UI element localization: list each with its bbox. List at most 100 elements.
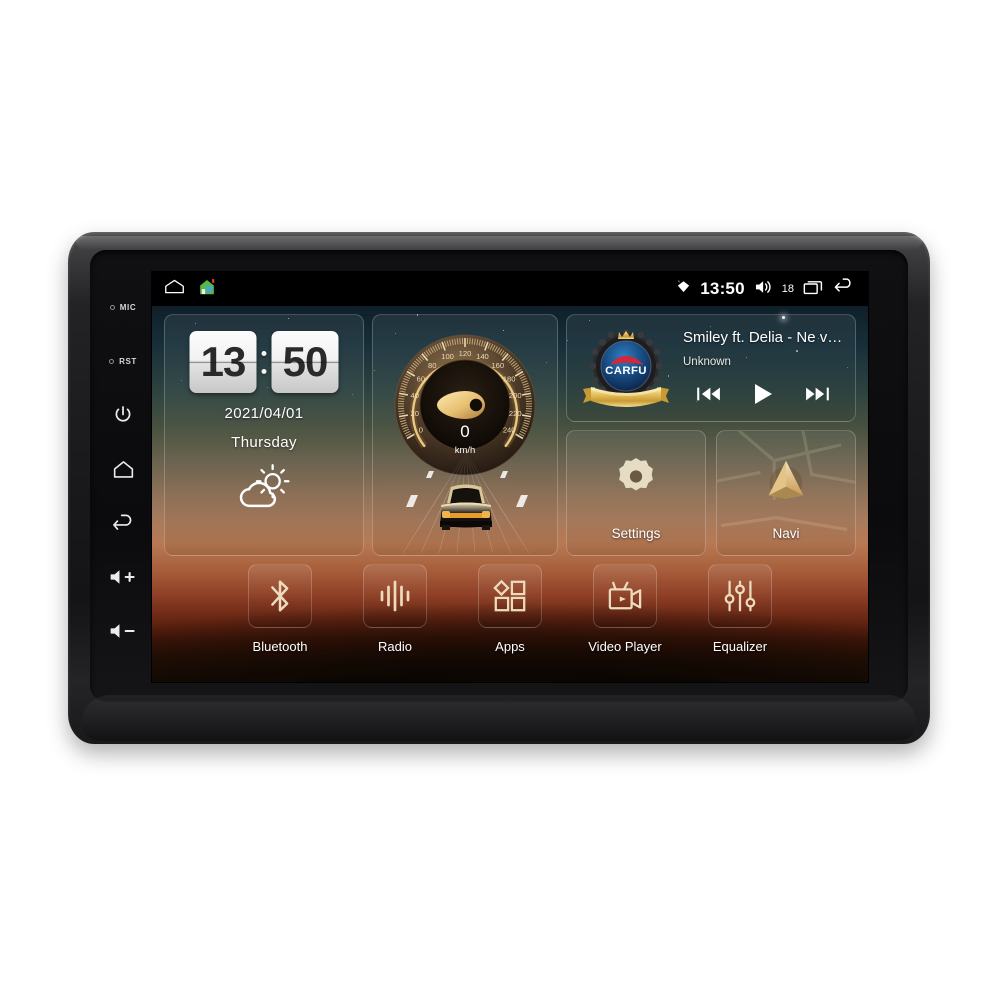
- volume-up-button[interactable]: [92, 550, 154, 604]
- volume-icon[interactable]: [754, 279, 773, 300]
- bezel-back-button[interactable]: [92, 496, 154, 550]
- dock-label-bluetooth: Bluetooth: [252, 639, 308, 654]
- back-arrow-icon: [113, 514, 132, 530]
- navi-icon-wrap: [717, 455, 855, 505]
- car-graphic: [440, 484, 492, 530]
- clock-minutes-value: 50: [282, 338, 329, 385]
- volume-up-icon: [110, 570, 135, 584]
- album-art: CARFU: [579, 321, 673, 416]
- back-arrow-icon[interactable]: [833, 278, 856, 300]
- svg-text:120: 120: [459, 349, 472, 358]
- clock-hours-value: 13: [200, 338, 247, 385]
- partly-cloudy-icon: [239, 464, 290, 508]
- player-controls: [683, 377, 843, 411]
- flip-clock: 13 50: [189, 331, 339, 393]
- clock-widget[interactable]: 13 50 2021/04/01 Thursday: [164, 314, 364, 556]
- svg-text:20: 20: [411, 409, 419, 418]
- radio-waves-icon: [380, 580, 410, 612]
- svg-text:160: 160: [491, 361, 504, 370]
- apps-grid-icon: [493, 579, 526, 612]
- head-unit-device: MIC RST 13:50 18 13 50 2021/04/01 Thursd…: [68, 232, 930, 744]
- video-player-tile: [593, 564, 657, 628]
- status-bar: 13:50 18: [152, 272, 868, 306]
- navigation-arrow-icon: [768, 460, 804, 500]
- speed-value: 0: [460, 422, 469, 441]
- svg-text:100: 100: [441, 352, 454, 361]
- status-clock: 13:50: [700, 279, 745, 298]
- svg-text:180: 180: [503, 375, 516, 384]
- svg-text:240: 240: [503, 426, 516, 435]
- mic-hole-icon: [109, 304, 115, 310]
- dock-item-equalizer[interactable]: Equalizer: [698, 564, 783, 654]
- svg-text:200: 200: [509, 391, 522, 400]
- volume-level: 18: [781, 283, 794, 295]
- clock-colon: [259, 350, 270, 374]
- next-track-button[interactable]: [791, 379, 843, 409]
- clock-minutes: 50: [271, 331, 339, 393]
- svg-text:80: 80: [428, 361, 436, 370]
- prev-track-button[interactable]: [683, 379, 735, 409]
- dock-item-video-player[interactable]: Video Player: [583, 564, 668, 654]
- dock-item-apps[interactable]: Apps: [468, 564, 553, 654]
- power-icon: [115, 406, 131, 422]
- play-icon: [755, 384, 772, 404]
- speedometer-widget[interactable]: 0 20 40 60 80 100 120 140 160 180 200 220 240 0 km/h: [372, 314, 558, 556]
- recents-icon[interactable]: [803, 279, 824, 300]
- bezel-button-column: MIC RST: [92, 258, 154, 694]
- home-screen: 13 50 2021/04/01 Thursday 0 20 40 60 80 …: [152, 306, 868, 682]
- volume-down-button[interactable]: [92, 604, 154, 658]
- album-art-text: CARFU: [605, 365, 647, 377]
- dock-label-apps: Apps: [495, 639, 525, 654]
- settings-label: Settings: [611, 526, 661, 541]
- equalizer-sliders-icon: [724, 580, 756, 612]
- weather-row: [165, 463, 363, 511]
- clock-date: 2021/04/01: [224, 405, 304, 422]
- reset-label: RST: [119, 356, 137, 366]
- road-scene: [373, 447, 557, 555]
- clock-hours: 13: [189, 331, 257, 393]
- track-artist: Unknown: [683, 356, 731, 368]
- music-player-widget[interactable]: CARFU Smiley ft. Delia - Ne v… Unknown: [566, 314, 856, 422]
- svg-text:220: 220: [509, 409, 522, 418]
- dock-label-video-player: Video Player: [588, 639, 662, 654]
- carfu-badge-icon: CARFU: [583, 329, 669, 407]
- dock-label-radio: Radio: [378, 639, 412, 654]
- gear-icon: [619, 458, 653, 491]
- bluetooth-tile: [248, 564, 312, 628]
- mic-indicator: MIC: [92, 280, 154, 334]
- volume-down-icon: [110, 624, 135, 638]
- dock-item-radio[interactable]: Radio: [353, 564, 438, 654]
- home-icon: [113, 461, 133, 478]
- app-dock: Bluetooth Radio Apps Video Player Equali…: [152, 564, 868, 676]
- svg-text:140: 140: [476, 352, 489, 361]
- prev-track-icon: [697, 387, 720, 401]
- equalizer-tile: [708, 564, 772, 628]
- settings-shortcut[interactable]: Settings: [566, 430, 706, 556]
- radio-tile: [363, 564, 427, 628]
- navi-label: Navi: [772, 526, 800, 541]
- settings-icon-wrap: [567, 455, 705, 501]
- apps-tile: [478, 564, 542, 628]
- house-color-icon[interactable]: [198, 278, 216, 301]
- dock-item-bluetooth[interactable]: Bluetooth: [238, 564, 323, 654]
- bluetooth-icon: [271, 580, 289, 612]
- power-button[interactable]: [92, 388, 154, 442]
- play-button[interactable]: [737, 379, 789, 409]
- bezel-home-button[interactable]: [92, 442, 154, 496]
- home-outline-icon[interactable]: [164, 279, 185, 299]
- clock-weekday: Thursday: [231, 434, 297, 451]
- svg-text:40: 40: [411, 391, 419, 400]
- svg-text:60: 60: [417, 375, 425, 384]
- reset-button[interactable]: RST: [92, 334, 154, 388]
- video-camera-icon: [608, 581, 642, 610]
- next-track-icon: [806, 387, 829, 401]
- screenshot-root: MIC RST 13:50 18 13 50 2021/04/01 Thursd…: [0, 0, 1000, 1000]
- reset-hole-icon: [109, 358, 115, 364]
- touchscreen[interactable]: 13:50 18 13 50 2021/04/01 Thursday 0 20 …: [152, 272, 868, 682]
- signal-diamond-icon: [676, 279, 691, 299]
- mic-label: MIC: [119, 302, 137, 312]
- dock-label-equalizer: Equalizer: [712, 639, 768, 654]
- track-title: Smiley ft. Delia - Ne v…: [683, 329, 843, 346]
- navi-shortcut[interactable]: Navi: [716, 430, 856, 556]
- svg-text:0: 0: [419, 426, 423, 435]
